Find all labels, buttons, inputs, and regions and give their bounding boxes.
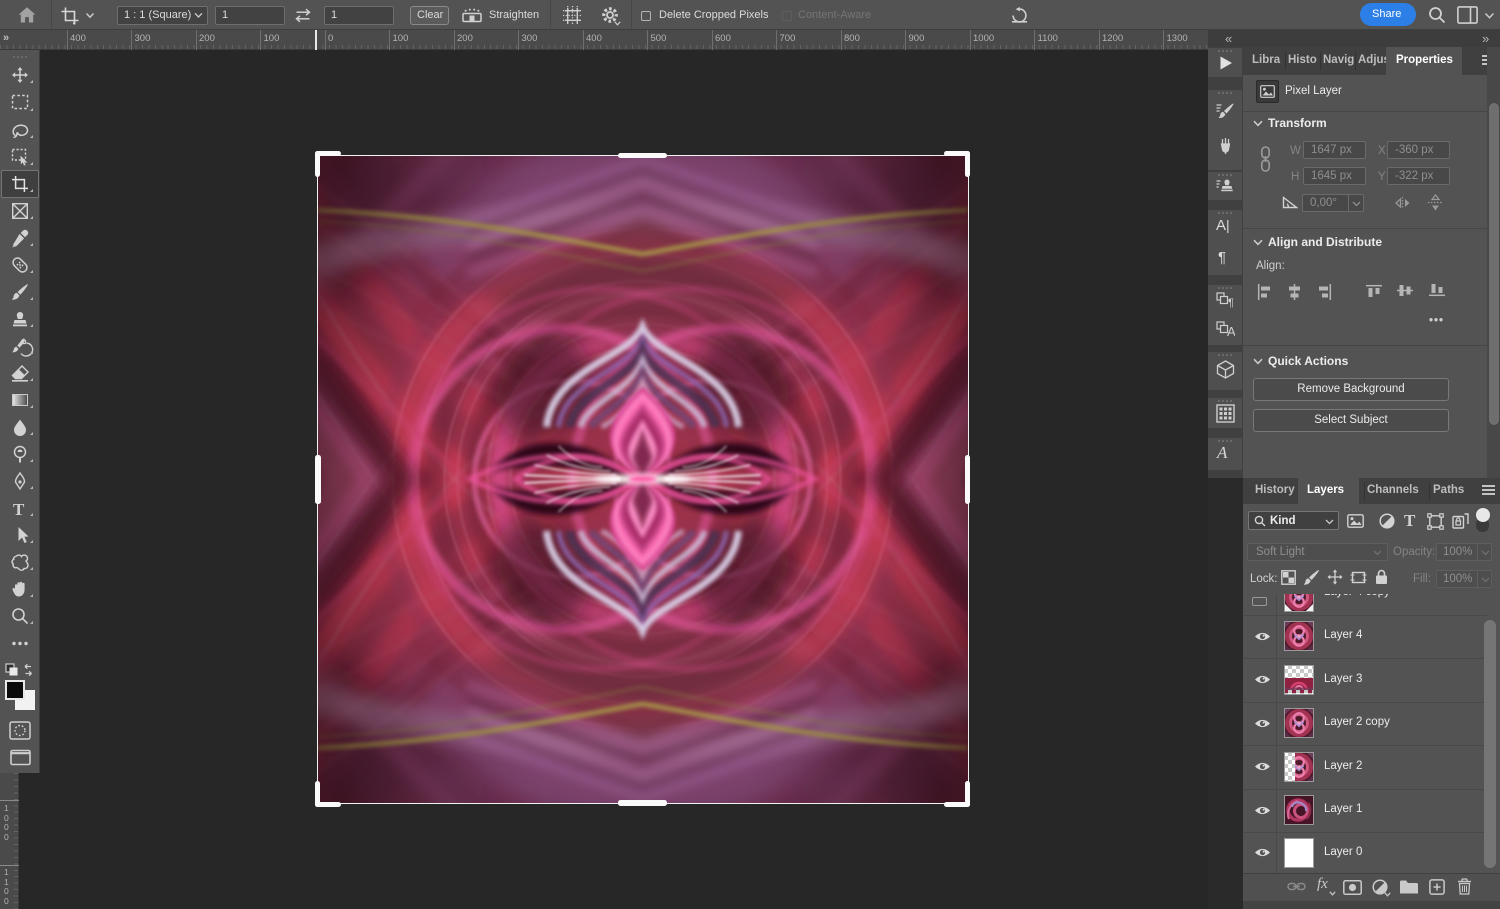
svg-text:A: A [1227, 324, 1235, 338]
svg-text:¶: ¶ [1228, 297, 1234, 308]
svg-text:T: T [13, 500, 25, 519]
